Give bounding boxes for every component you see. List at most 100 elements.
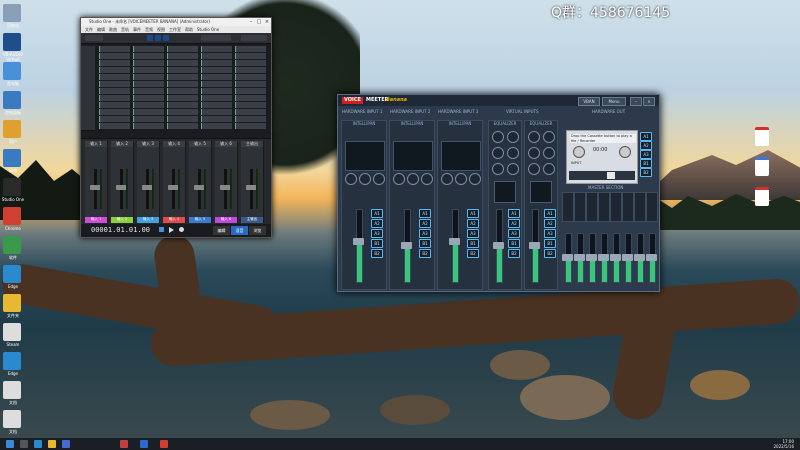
bus-button-b1[interactable]: B1 <box>419 239 431 248</box>
close-button[interactable]: × <box>643 97 655 106</box>
recorder-bus-a3[interactable]: A3 <box>640 150 652 159</box>
audio-clip[interactable] <box>133 123 164 129</box>
eq-knob[interactable] <box>492 163 504 175</box>
recycle-bin-icon[interactable] <box>3 4 21 22</box>
close-button[interactable]: × <box>263 18 271 26</box>
strip-knob[interactable] <box>373 173 385 185</box>
bus-button-b2[interactable]: B2 <box>371 249 383 258</box>
virtual-input-pad[interactable] <box>494 181 516 203</box>
audio-clip[interactable] <box>167 60 198 66</box>
bus-button-a1[interactable]: A1 <box>467 209 479 218</box>
master-bus-strip[interactable] <box>610 192 622 222</box>
tab-mix[interactable]: 混音 <box>231 226 248 235</box>
bus-button-a1[interactable]: A1 <box>544 209 556 218</box>
master-fader-handle[interactable] <box>586 254 597 261</box>
bus-button-b1[interactable]: B1 <box>467 239 479 248</box>
tool-button[interactable] <box>201 35 231 41</box>
chrome-icon[interactable] <box>3 207 21 225</box>
tab-browse[interactable]: 浏览 <box>249 226 266 235</box>
steam-icon[interactable] <box>3 323 21 341</box>
audio-clip[interactable] <box>235 95 266 101</box>
audio-clip[interactable] <box>133 88 164 94</box>
audio-clip[interactable] <box>167 53 198 59</box>
audio-clip[interactable] <box>99 81 130 87</box>
audio-clip[interactable] <box>235 60 266 66</box>
menu-item[interactable]: 帮助 <box>185 26 193 33</box>
audio-clip[interactable] <box>201 88 232 94</box>
strip-fader-track[interactable] <box>356 209 363 283</box>
play-button[interactable] <box>607 172 615 179</box>
cassette-recorder[interactable]: Drop the Cassette button to play a file … <box>566 130 638 184</box>
bus-button-a3[interactable]: A3 <box>508 229 520 238</box>
studio-one-icon[interactable] <box>3 178 21 196</box>
recorder-left-knob[interactable] <box>573 146 585 158</box>
record-icon[interactable] <box>179 227 184 232</box>
bus-button-a2[interactable]: A2 <box>508 219 520 228</box>
eq-knob[interactable] <box>507 131 519 143</box>
audio-clip[interactable] <box>167 109 198 115</box>
audio-clip[interactable] <box>99 109 130 115</box>
edge-icon[interactable] <box>34 440 42 448</box>
master-bus-strip[interactable] <box>622 192 634 222</box>
desktop-file-icon[interactable] <box>755 187 769 206</box>
stop-icon[interactable] <box>159 227 164 232</box>
track-header[interactable] <box>81 123 95 131</box>
audio-clip[interactable] <box>99 123 130 129</box>
bus-button-a2[interactable]: A2 <box>544 219 556 228</box>
bus-button-a2[interactable]: A2 <box>467 219 479 228</box>
tool-button[interactable] <box>241 35 267 41</box>
audio-clip[interactable] <box>133 74 164 80</box>
strip-knob[interactable] <box>407 173 419 185</box>
tool-button[interactable] <box>147 35 153 41</box>
audio-clip[interactable] <box>99 116 130 122</box>
strip-knob[interactable] <box>469 173 481 185</box>
audio-clip[interactable] <box>201 123 232 129</box>
vb-audio-icon[interactable] <box>3 33 21 51</box>
tool-button[interactable] <box>85 35 103 41</box>
master-fader-handle[interactable] <box>574 254 585 261</box>
folder-icon[interactable] <box>3 294 21 312</box>
audio-clip[interactable] <box>201 60 232 66</box>
audio-clip[interactable] <box>235 67 266 73</box>
audio-clip[interactable] <box>201 102 232 108</box>
intellipan-pad[interactable] <box>393 141 433 171</box>
menu-item[interactable]: 工作室 <box>169 26 181 33</box>
bus-button-a1[interactable]: A1 <box>419 209 431 218</box>
audio-clip[interactable] <box>235 116 266 122</box>
audio-clip[interactable] <box>133 46 164 52</box>
bus-button-a3[interactable]: A3 <box>419 229 431 238</box>
strip-fader-handle[interactable] <box>401 242 412 249</box>
menu-item[interactable]: 视图 <box>157 26 165 33</box>
strip-knob[interactable] <box>345 173 357 185</box>
intellipan-pad[interactable] <box>441 141 481 171</box>
strip-fader-handle[interactable] <box>449 238 460 246</box>
menu-button[interactable]: Menu <box>602 97 626 106</box>
strip-fader-handle[interactable] <box>529 242 540 249</box>
strip-knob[interactable] <box>441 173 453 185</box>
voicemeeter-task-icon[interactable] <box>140 440 148 448</box>
menu-item[interactable]: 事件 <box>133 26 141 33</box>
desktop-file-icon[interactable] <box>755 157 769 176</box>
minimize-button[interactable]: – <box>247 18 255 26</box>
bus-button-a2[interactable]: A2 <box>371 219 383 228</box>
audio-clip[interactable] <box>99 53 130 59</box>
audio-clip[interactable] <box>167 116 198 122</box>
master-fader-handle[interactable] <box>562 254 573 261</box>
bus-button-a1[interactable]: A1 <box>508 209 520 218</box>
virtual-input-pad[interactable] <box>530 181 552 203</box>
vban-button[interactable]: VBAN <box>578 97 600 106</box>
computer-icon[interactable] <box>3 62 21 80</box>
document-icon[interactable] <box>3 381 21 399</box>
bus-button-a3[interactable]: A3 <box>544 229 556 238</box>
control-panel-icon[interactable] <box>3 91 21 109</box>
master-fader-handle[interactable] <box>646 254 657 261</box>
recorder-right-knob[interactable] <box>619 146 631 158</box>
audio-clip[interactable] <box>133 60 164 66</box>
strip-knob[interactable] <box>359 173 371 185</box>
audio-clip[interactable] <box>99 67 130 73</box>
audio-clip[interactable] <box>235 102 266 108</box>
audio-clip[interactable] <box>99 74 130 80</box>
master-bus-strip[interactable] <box>586 192 598 222</box>
bus-button-a3[interactable]: A3 <box>467 229 479 238</box>
audio-clip[interactable] <box>99 88 130 94</box>
